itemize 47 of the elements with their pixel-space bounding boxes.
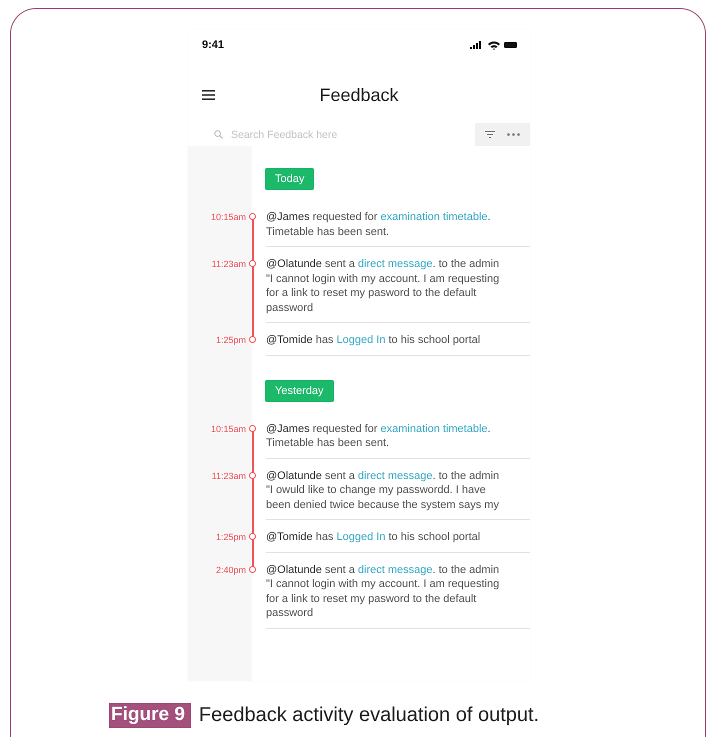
entry-time: 1:25pm (214, 334, 246, 347)
date-chip: Yesterday (265, 380, 334, 402)
timeline-dot (249, 566, 256, 572)
message-body: "I owuld like to change my passwordd. I have been denied twice because the system says my (266, 483, 500, 512)
feedback-message: @Tomide has Logged In to his school portal (266, 333, 482, 348)
message-body: "I cannot login with my account. I am requesting for a link to reset my pasword to the default password (266, 272, 500, 315)
message-link[interactable]: examination timetable (380, 211, 488, 223)
message-body: "I cannot login with my account. I am requesting for a link to reset my pasword to the default password (266, 577, 500, 620)
filter-icon[interactable] (485, 131, 495, 138)
wifi-icon (488, 40, 500, 50)
message-link[interactable]: examination timetable (380, 422, 488, 434)
search-icon (214, 130, 223, 139)
entry-time: 2:40pm (214, 564, 246, 577)
message-link[interactable]: Logged In (336, 334, 386, 346)
entry-time: 11:23am (210, 470, 246, 482)
feedback-message: @James requested for examination timetable. (266, 210, 492, 224)
message-link[interactable]: direct message (358, 470, 432, 482)
message-link[interactable]: Logged In (336, 531, 386, 543)
page-title: Feedback (319, 84, 399, 106)
timeline-dot (249, 472, 256, 478)
message-link[interactable]: direct message (358, 258, 432, 270)
battery-icon (504, 42, 518, 48)
menu-icon[interactable] (202, 90, 215, 100)
more-icon[interactable] (507, 133, 520, 136)
search-field[interactable]: Search Feedback here (231, 128, 411, 140)
feedback-message: @Tomide has Logged In to his school portal (266, 530, 482, 544)
figure-label: Figure 9 (109, 703, 191, 728)
entry-time: 1:25pm (214, 531, 246, 544)
signal-icon (470, 41, 484, 49)
figure-caption: Feedback activity evaluation of output. (198, 704, 540, 727)
feedback-message: @James requested for examination timetable. (266, 422, 492, 436)
feedback-message: @Olatunde sent a direct message. to the admin (266, 257, 500, 272)
feedback-message: @Olatunde sent a direct message. to the admin (266, 562, 500, 577)
date-chip: Today (265, 168, 314, 190)
message-link[interactable]: direct message (358, 564, 432, 576)
timeline-dot (249, 213, 256, 220)
timeline-dot (249, 260, 256, 267)
status-time: 9:41 (202, 39, 224, 51)
entry-time: 10:15am (210, 422, 246, 436)
timeline-dot (249, 533, 256, 540)
message-body: Timetable has been sent. (266, 224, 390, 239)
timeline-dot (249, 424, 256, 432)
feedback-message: @Olatunde sent a direct message. to the admin (266, 468, 500, 483)
timeline-dot (249, 336, 256, 343)
entry-time: 11:23am (210, 258, 246, 271)
entry-time: 10:15am (210, 211, 246, 224)
message-body: Timetable has been sent. (266, 436, 390, 450)
